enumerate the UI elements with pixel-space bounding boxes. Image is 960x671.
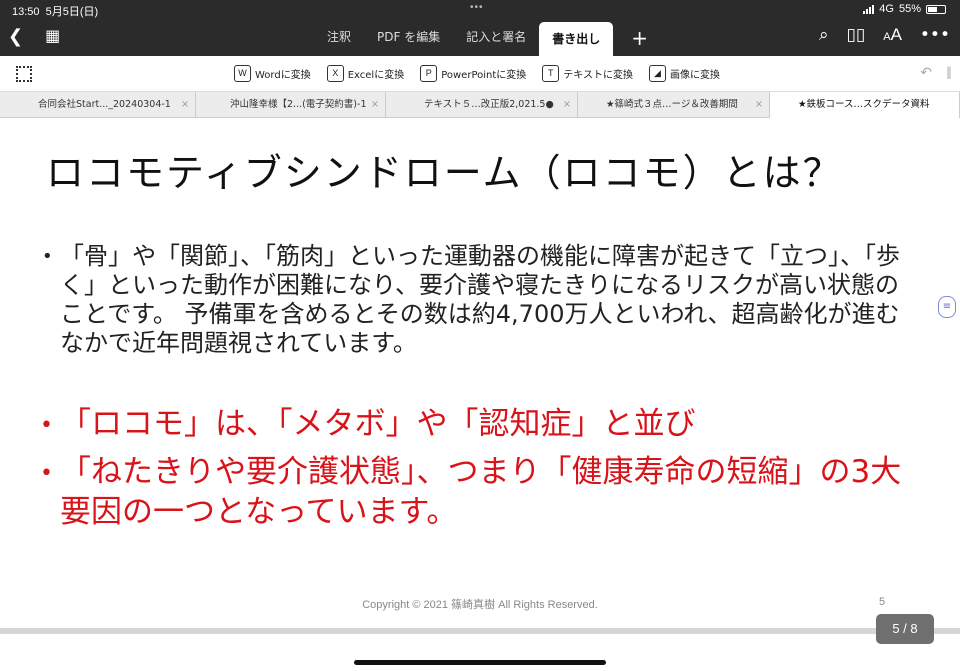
next-pdf-page <box>0 634 960 671</box>
convert-excel-button[interactable]: X Excelに変換 <box>326 65 405 82</box>
bullet-item-red: • 「ねたきりや要介護状態」、つまり「健康寿命の短縮」の3大要因の一つとなってい… <box>40 452 920 532</box>
status-bar: 13:50 5月5日(日) ••• 4G 55% <box>0 0 960 20</box>
signal-icon <box>863 4 875 14</box>
back-icon[interactable]: ❮ <box>8 26 23 47</box>
network-label: 4G <box>879 3 894 15</box>
doc-tab[interactable]: 合同会社Start..._20240304-1 × <box>0 92 196 118</box>
export-bar: W Wordに変換 X Excelに変換 P PowerPointに変換 T テ… <box>0 56 960 92</box>
close-icon[interactable]: × <box>755 92 763 118</box>
bullet-icon: • <box>40 413 53 438</box>
page-indicator: 5 / 8 <box>876 614 934 644</box>
main-toolbar: ❮ ▦ 注釈 PDF を編集 記入と署名 書き出し + ⌕ ▯▯ AA ••• <box>0 20 960 56</box>
bullet-item: • 「骨」や「関節」、「筋肉」といった運動器の機能に障害が起きて「立つ」、「歩く… <box>42 242 910 358</box>
time-label: 13:50 <box>12 6 40 18</box>
convert-image-button[interactable]: ◢ 画像に変換 <box>648 65 720 82</box>
close-icon[interactable]: × <box>181 92 189 118</box>
convert-text-label: テキストに変換 <box>563 70 633 81</box>
convert-text-button[interactable]: T テキストに変換 <box>542 65 633 82</box>
battery-icon <box>926 4 946 14</box>
convert-image-label: 画像に変換 <box>669 70 720 81</box>
convert-excel-label: Excelに変換 <box>347 70 405 81</box>
doc-tab[interactable]: 沖山隆幸様【2...(電子契約書)-1 × <box>196 92 386 118</box>
bullet-item-red: • 「ロコモ」は、「メタボ」や「認知症」と並び <box>40 404 920 444</box>
bullet-text: 「骨」や「関節」、「筋肉」といった運動器の機能に障害が起きて「立つ」、「歩く」と… <box>60 242 900 357</box>
word-icon: W <box>234 65 251 82</box>
tab-export[interactable]: 書き出し <box>539 22 614 56</box>
text-size-icon[interactable]: AA <box>883 25 902 45</box>
grid-icon[interactable]: ▦ <box>45 26 60 47</box>
doc-tab-label: ★鉄板コース…スクデータ資料 <box>798 99 930 110</box>
copyright: Copyright © 2021 篠崎真樹 All Rights Reserve… <box>362 599 598 611</box>
image-icon: ◢ <box>648 65 666 82</box>
doc-tab[interactable]: テキスト５…改正版2,021.5● × <box>386 92 578 118</box>
powerpoint-icon: P <box>420 65 438 82</box>
status-time: 13:50 5月5日(日) <box>12 3 98 19</box>
date-label: 5月5日(日) <box>45 6 99 18</box>
plus-icon[interactable]: + <box>613 26 648 50</box>
pdf-page: ロコモティブシンドローム（ロコモ）とは？ • 「骨」や「関節」、「筋肉」といった… <box>0 118 960 632</box>
selection-icon[interactable] <box>16 66 32 82</box>
bullet-icon: • <box>42 246 53 267</box>
pause-icon[interactable]: ‖ <box>946 65 952 79</box>
slide-title: ロコモティブシンドローム（ロコモ）とは？ <box>46 151 843 195</box>
home-indicator[interactable] <box>354 660 606 665</box>
multitask-dots-icon[interactable]: ••• <box>470 2 484 13</box>
tab-edit-pdf[interactable]: PDF を編集 <box>364 20 453 56</box>
bullet-icon: • <box>40 461 53 486</box>
close-icon[interactable]: × <box>371 92 379 118</box>
side-panel-handle-icon[interactable]: ≡ <box>938 296 956 318</box>
convert-powerpoint-label: PowerPointに変換 <box>441 70 527 81</box>
tab-fill-sign[interactable]: 記入と署名 <box>453 20 539 56</box>
text-icon: T <box>542 65 560 82</box>
doc-tab-label: 合同会社Start..._20240304-1 <box>38 99 171 110</box>
convert-powerpoint-button[interactable]: P PowerPointに変換 <box>420 65 526 82</box>
excel-icon: X <box>326 65 344 82</box>
search-icon[interactable]: ⌕ <box>819 25 829 45</box>
close-icon[interactable]: × <box>563 92 571 118</box>
document-tabs: 合同会社Start..._20240304-1 × 沖山隆幸様【2...(電子契約… <box>0 92 960 118</box>
doc-tab-active[interactable]: ★鉄板コース…スクデータ資料 <box>770 92 960 118</box>
bullet-text: 「ロコモ」は、「メタボ」や「認知症」と並び <box>60 406 696 442</box>
book-icon[interactable]: ▯▯ <box>847 25 866 45</box>
doc-tab-label: 沖山隆幸様【2...(電子契約書)-1 <box>230 99 367 110</box>
undo-icon[interactable]: ↶ <box>920 65 932 81</box>
bullet-text: 「ねたきりや要介護状態」、つまり「健康寿命の短縮」の3大要因の一つとなっています… <box>60 454 902 530</box>
status-right: 4G 55% <box>863 3 946 15</box>
convert-word-button[interactable]: W Wordに変換 <box>234 65 311 82</box>
slide-page-number: 5 <box>879 596 886 608</box>
mode-tabs: 注釈 PDF を編集 記入と署名 書き出し + <box>314 20 648 56</box>
tab-annotate[interactable]: 注釈 <box>314 20 364 56</box>
doc-tab[interactable]: ★篠崎式３点…ージ＆改善期間 × <box>578 92 770 118</box>
doc-tab-label: ★篠崎式３点…ージ＆改善期間 <box>606 99 738 110</box>
convert-word-label: Wordに変換 <box>255 70 311 81</box>
more-icon[interactable]: ••• <box>920 25 950 45</box>
doc-tab-label: テキスト５…改正版2,021.5● <box>424 99 554 110</box>
battery-label: 55% <box>898 3 921 15</box>
